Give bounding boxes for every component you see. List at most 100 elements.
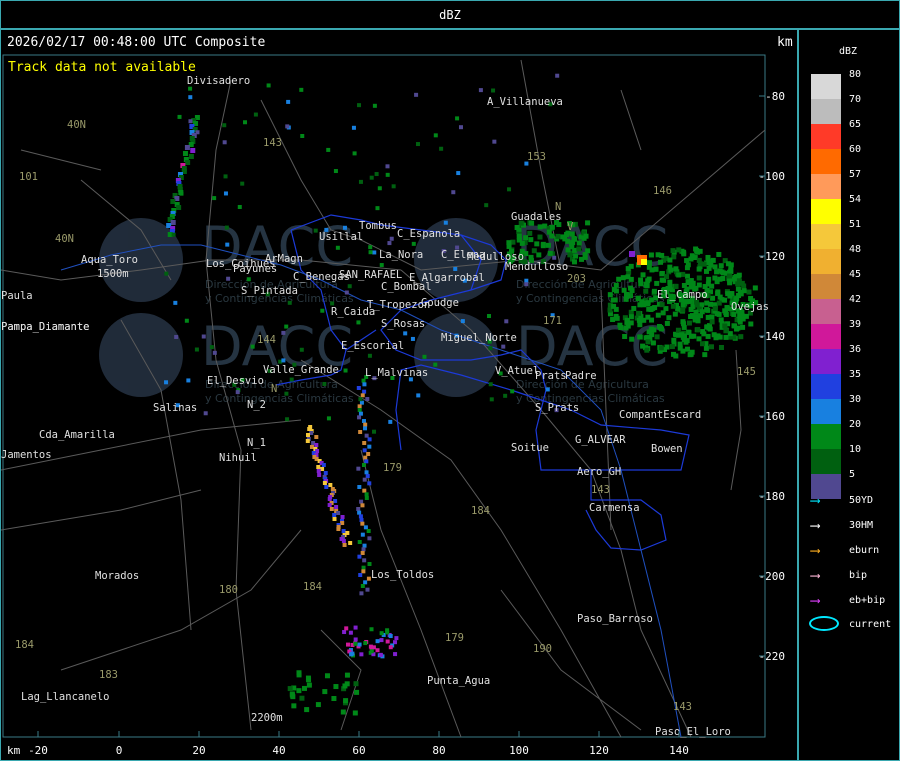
- radar-echo-cell: [712, 275, 718, 281]
- radar-echo-cell: [748, 321, 754, 327]
- radar-echo-cell: [362, 488, 367, 493]
- radar-echo-cell: [680, 302, 686, 308]
- radar-echo-cell: [299, 347, 304, 352]
- radar-echo-cell: [655, 312, 661, 318]
- radar-echo-cell: [507, 187, 512, 192]
- radar-echo-cell: [460, 319, 465, 324]
- road-number-label: 183: [99, 669, 118, 681]
- radar-echo-cell: [488, 382, 493, 387]
- radar-echo-cell: [650, 305, 656, 311]
- radar-echo-cell: [281, 358, 286, 363]
- radar-echo-cell: [478, 88, 483, 93]
- radar-echo-cell: [433, 362, 438, 367]
- radar-echo-cell: [344, 626, 349, 631]
- radar-echo-cell: [348, 541, 353, 545]
- radar-echo-cell: [714, 269, 720, 275]
- radar-echo-cell: [693, 309, 699, 315]
- radar-echo-cell: [622, 334, 628, 340]
- radar-echo-cell: [360, 521, 365, 526]
- radar-echo-cell: [357, 540, 362, 544]
- radar-echo-cell: [369, 175, 374, 180]
- radar-echo-cell: [348, 630, 353, 635]
- radar-echo-cell: [648, 252, 654, 258]
- radar-map-panel[interactable]: 2026/02/17 00:48:00 UTC Composite km Tra…: [0, 29, 798, 761]
- radar-echo-cell: [326, 147, 331, 152]
- place-label: La_Nora: [379, 249, 423, 261]
- radar-echo-cell: [607, 292, 613, 298]
- radar-echo-cell: [737, 319, 743, 325]
- place-label: N_1: [247, 437, 266, 449]
- radar-echo-cell: [684, 346, 690, 352]
- radar-echo-cell: [284, 391, 289, 396]
- radar-echo-cell: [527, 230, 533, 236]
- radar-echo-cell: [372, 103, 377, 108]
- radar-echo-cell: [736, 278, 742, 284]
- radar-echo-cell: [266, 83, 271, 88]
- radar-echo-cell: [387, 241, 392, 246]
- radar-echo-cell: [701, 331, 707, 337]
- title-bar: dBZ: [0, 0, 900, 29]
- radar-echo-cell: [356, 386, 361, 390]
- radar-echo-cell: [693, 246, 699, 252]
- radar-echo-cell: [719, 269, 725, 275]
- radar-echo-cell: [378, 652, 383, 657]
- radar-echo-cell: [696, 336, 702, 342]
- legend-swatch: [811, 249, 841, 274]
- radar-echo-cell: [411, 241, 416, 246]
- radar-echo-cell: [671, 351, 677, 357]
- radar-echo-cell: [545, 387, 550, 392]
- radar-echo-cell: [327, 497, 332, 501]
- radar-echo-cell: [285, 124, 290, 129]
- road-number-label: 146: [653, 185, 672, 197]
- road-number-label: 184: [303, 581, 322, 593]
- road-number-label: 143: [591, 484, 610, 496]
- radar-echo-cell: [727, 331, 733, 337]
- radar-echo-cell: [576, 246, 582, 252]
- radar-echo-cell: [363, 422, 368, 427]
- radar-echo-cell: [353, 637, 358, 642]
- radar-echo-cell: [375, 648, 380, 653]
- radar-echo-cell: [237, 204, 242, 209]
- radar-echo-cell: [360, 503, 365, 508]
- place-label: S_Rosas: [381, 318, 425, 330]
- radar-echo-cell: [250, 344, 255, 349]
- radar-echo-cell: [343, 368, 348, 373]
- x-tick-label: 100: [509, 744, 529, 757]
- radar-echo-cell: [364, 470, 369, 475]
- watermark-logo-circle: [414, 313, 498, 397]
- radar-echo-cell: [375, 206, 380, 211]
- radar-echo-cell: [571, 259, 577, 265]
- radar-echo-cell: [492, 139, 497, 144]
- radar-echo-cell: [212, 350, 217, 355]
- radar-echo-cell: [223, 174, 228, 179]
- radar-echo-cell: [506, 243, 512, 249]
- radar-echo-cell: [488, 346, 493, 351]
- place-label: C_Bombal: [381, 281, 432, 293]
- radar-echo-cell: [524, 278, 529, 283]
- radar-echo-cell: [623, 291, 629, 297]
- radar-echo-cell: [676, 247, 682, 253]
- radar-echo-cell: [333, 684, 339, 690]
- legend-swatch: [811, 174, 841, 199]
- radar-echo-cell: [542, 223, 548, 229]
- legend-level-label: 36: [849, 344, 862, 355]
- road-number-label: 40N: [55, 233, 74, 245]
- track-label: 50YD: [849, 495, 874, 506]
- radar-echo-cell: [354, 689, 360, 695]
- radar-echo-cell: [693, 314, 699, 320]
- radar-echo-cell: [741, 288, 747, 294]
- legend-panel: dBZ 80 70 65 60 57 54 51 48 45 42 39 36 35 30 20 10 5 ⟶ 5…: [798, 29, 900, 761]
- x-axis-unit: km: [7, 744, 21, 757]
- radar-echo-cell: [659, 271, 665, 277]
- radar-echo-cell: [680, 307, 686, 313]
- radar-echo-cell: [549, 224, 555, 230]
- radar-echo-cell: [654, 280, 660, 286]
- radar-echo-cell: [177, 114, 182, 119]
- radar-echo-cell: [363, 455, 368, 460]
- place-label: El_Desvio: [207, 375, 264, 387]
- radar-echo-cell: [304, 707, 310, 713]
- radar-map[interactable]: DACC Dirección de Agricultura y Continge…: [1, 30, 797, 760]
- radar-echo-cell: [628, 263, 634, 269]
- radar-echo-cell: [164, 380, 169, 385]
- track-arrow-icon: ⟶: [811, 543, 820, 559]
